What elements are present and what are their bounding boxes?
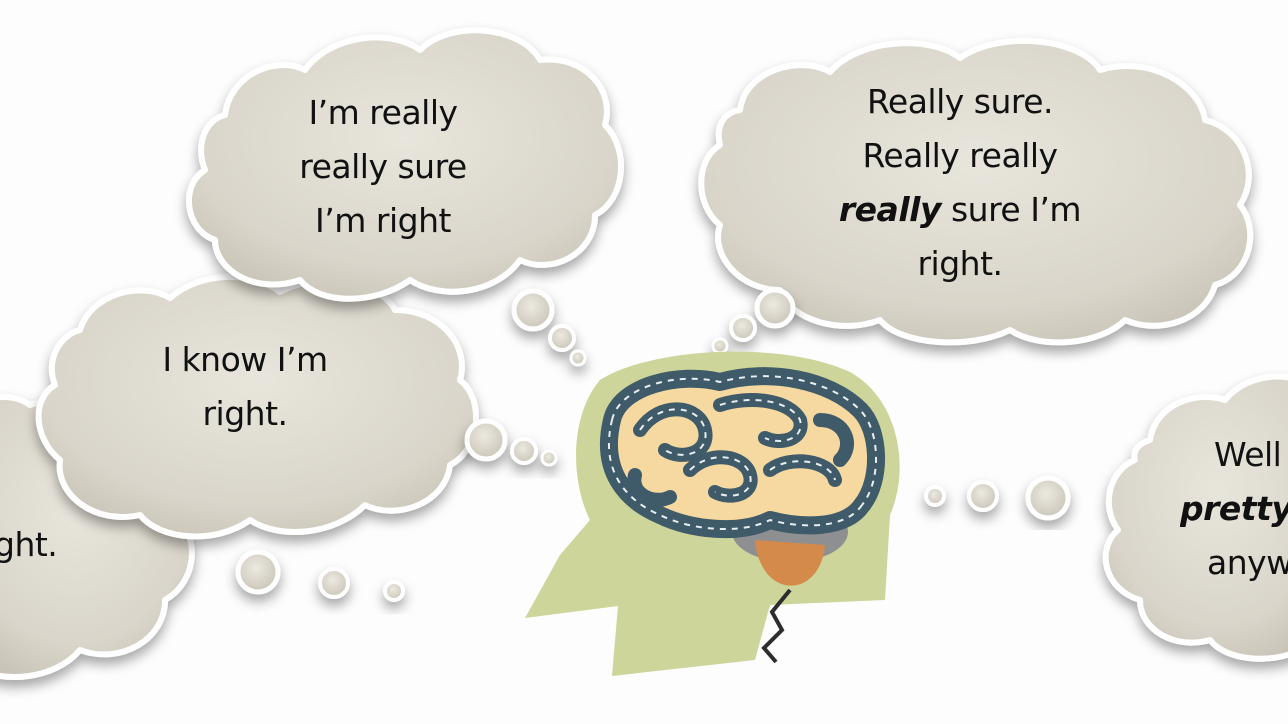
thought-line: I know I’m [162, 340, 328, 379]
emphasis-word: really [838, 190, 942, 229]
thought-dots-top-left [511, 288, 587, 367]
thought-text-top-left: I’m really really sure I’m right [258, 86, 508, 248]
thought-dots-left [464, 418, 558, 467]
thought-line-rest: sure I’m [940, 190, 1082, 229]
thought-line: really sure I’m [810, 183, 1110, 237]
thought-line: ght. [0, 525, 58, 564]
thought-dots-right [924, 475, 1071, 521]
thought-text-left: I know I’m right. [120, 333, 370, 441]
thought-line: I’m really [308, 93, 458, 132]
thought-line: Really sure. [866, 82, 1054, 121]
thought-line: I’m right [315, 201, 451, 240]
thought-line: pretty [1180, 489, 1288, 528]
thought-line: really sure [299, 147, 467, 186]
thought-line: right. [202, 394, 288, 433]
thought-text-far-left: ght. [0, 518, 64, 572]
thought-line: Well [1214, 435, 1282, 474]
thought-text-top-right: Really sure. Really really really sure I… [810, 75, 1110, 291]
thought-line: right. [917, 244, 1003, 283]
thought-line: Really really [862, 136, 1058, 175]
thought-text-right: Well pretty anyw [1180, 428, 1288, 590]
thought-dots-far-left [235, 549, 405, 602]
thought-dots-top-right [711, 287, 796, 355]
thought-line: anyw [1207, 543, 1288, 582]
